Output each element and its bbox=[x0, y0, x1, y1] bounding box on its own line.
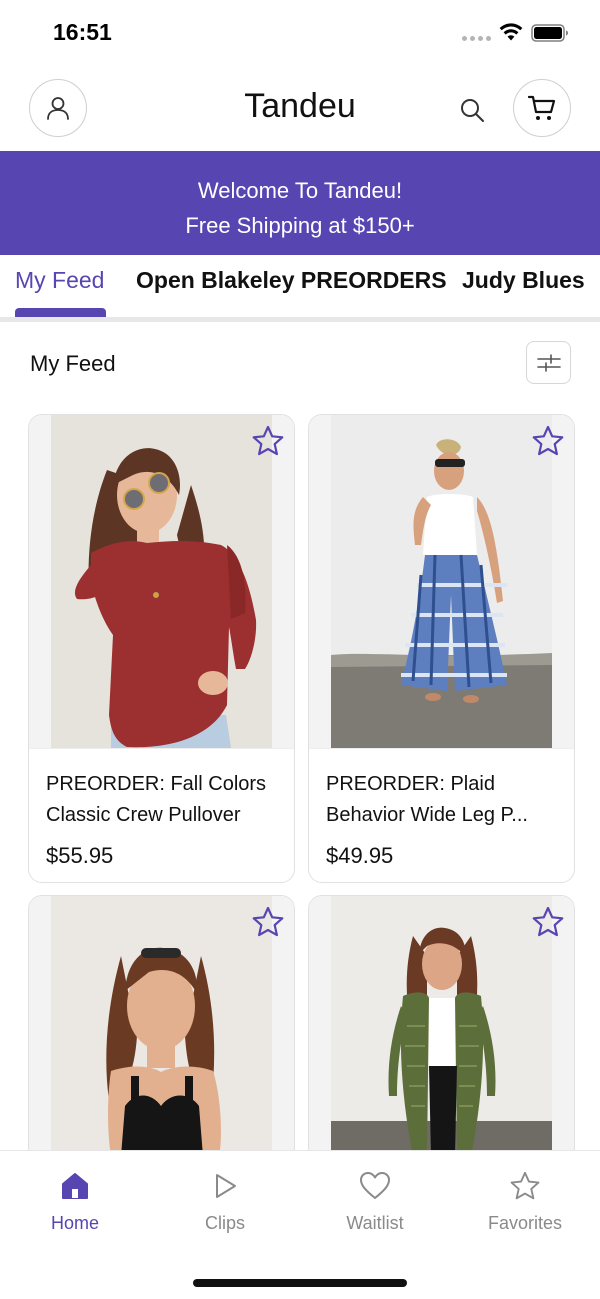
nav-clips[interactable]: Clips bbox=[150, 1151, 300, 1251]
star-icon bbox=[252, 425, 284, 456]
nav-home-label: Home bbox=[50, 1213, 99, 1233]
product-card[interactable]: PREORDER: Fall Colors Classic Crew Pullo… bbox=[28, 414, 295, 883]
nav-favorites-label: Favorites bbox=[487, 1213, 563, 1233]
home-icon bbox=[0, 1168, 150, 1204]
banner-welcome-text: Welcome To Tandeu! bbox=[197, 178, 403, 203]
nav-clips-label: Clips bbox=[204, 1213, 245, 1233]
product-card[interactable]: PREORDER: Plaid Behavior Wide Leg P... $… bbox=[308, 414, 575, 883]
tab-open-blakeley-preorders[interactable]: Open Blakeley PREORDERS bbox=[136, 267, 447, 294]
product-image[interactable] bbox=[29, 415, 294, 748]
favorite-star-button[interactable] bbox=[530, 904, 566, 940]
favorite-star-button[interactable] bbox=[250, 904, 286, 940]
tab-my-feed[interactable]: My Feed bbox=[15, 267, 104, 294]
promo-banner: Welcome To Tandeu! Free Shipping at $150… bbox=[0, 151, 600, 255]
nav-waitlist-label: Waitlist bbox=[346, 1213, 404, 1233]
battery-icon bbox=[531, 24, 569, 47]
wifi-icon bbox=[499, 22, 523, 47]
nav-home[interactable]: Home bbox=[0, 1151, 150, 1251]
product-info: PREORDER: Plaid Behavior Wide Leg P... $… bbox=[309, 748, 574, 869]
app-header: Tandeu bbox=[0, 66, 600, 152]
product-name: PREORDER: Fall Colors Classic Crew Pullo… bbox=[46, 773, 267, 826]
search-icon bbox=[461, 99, 484, 122]
star-icon bbox=[450, 1168, 600, 1204]
status-time: 16:51 bbox=[53, 19, 112, 45]
favorite-star-button[interactable] bbox=[530, 423, 566, 459]
home-indicator[interactable] bbox=[193, 1279, 407, 1287]
product-image[interactable] bbox=[309, 415, 574, 748]
star-icon bbox=[532, 425, 564, 456]
status-bar: 16:51 bbox=[0, 0, 600, 66]
product-price: $55.95 bbox=[46, 843, 114, 868]
banner-shipping-text: Free Shipping at $150+ bbox=[185, 213, 415, 238]
play-icon bbox=[150, 1168, 300, 1204]
heart-icon bbox=[300, 1168, 450, 1204]
product-info: PREORDER: Fall Colors Classic Crew Pullo… bbox=[29, 748, 294, 869]
category-tabs: My Feed Open Blakeley PREORDERS Judy Blu… bbox=[0, 255, 600, 322]
nav-favorites[interactable]: Favorites bbox=[450, 1151, 600, 1251]
cart-icon bbox=[527, 95, 556, 120]
favorite-star-button[interactable] bbox=[250, 423, 286, 459]
section-title: My Feed bbox=[30, 351, 116, 376]
sliders-icon bbox=[536, 353, 561, 372]
product-name: PREORDER: Plaid Behavior Wide Leg P... bbox=[326, 773, 528, 826]
cart-button[interactable] bbox=[513, 79, 571, 137]
app-title: Tandeu bbox=[244, 87, 356, 125]
signal-icon bbox=[462, 36, 491, 41]
nav-waitlist[interactable]: Waitlist bbox=[300, 1151, 450, 1251]
tab-judy-blues[interactable]: Judy Blues bbox=[462, 267, 585, 294]
bottom-nav: Home Clips Waitlist Favorites bbox=[0, 1150, 600, 1299]
filter-button[interactable] bbox=[526, 341, 571, 384]
product-price: $49.95 bbox=[326, 843, 394, 868]
active-tab-indicator bbox=[15, 308, 106, 317]
star-icon bbox=[252, 906, 284, 937]
star-icon bbox=[532, 906, 564, 937]
search-button[interactable] bbox=[452, 90, 492, 130]
